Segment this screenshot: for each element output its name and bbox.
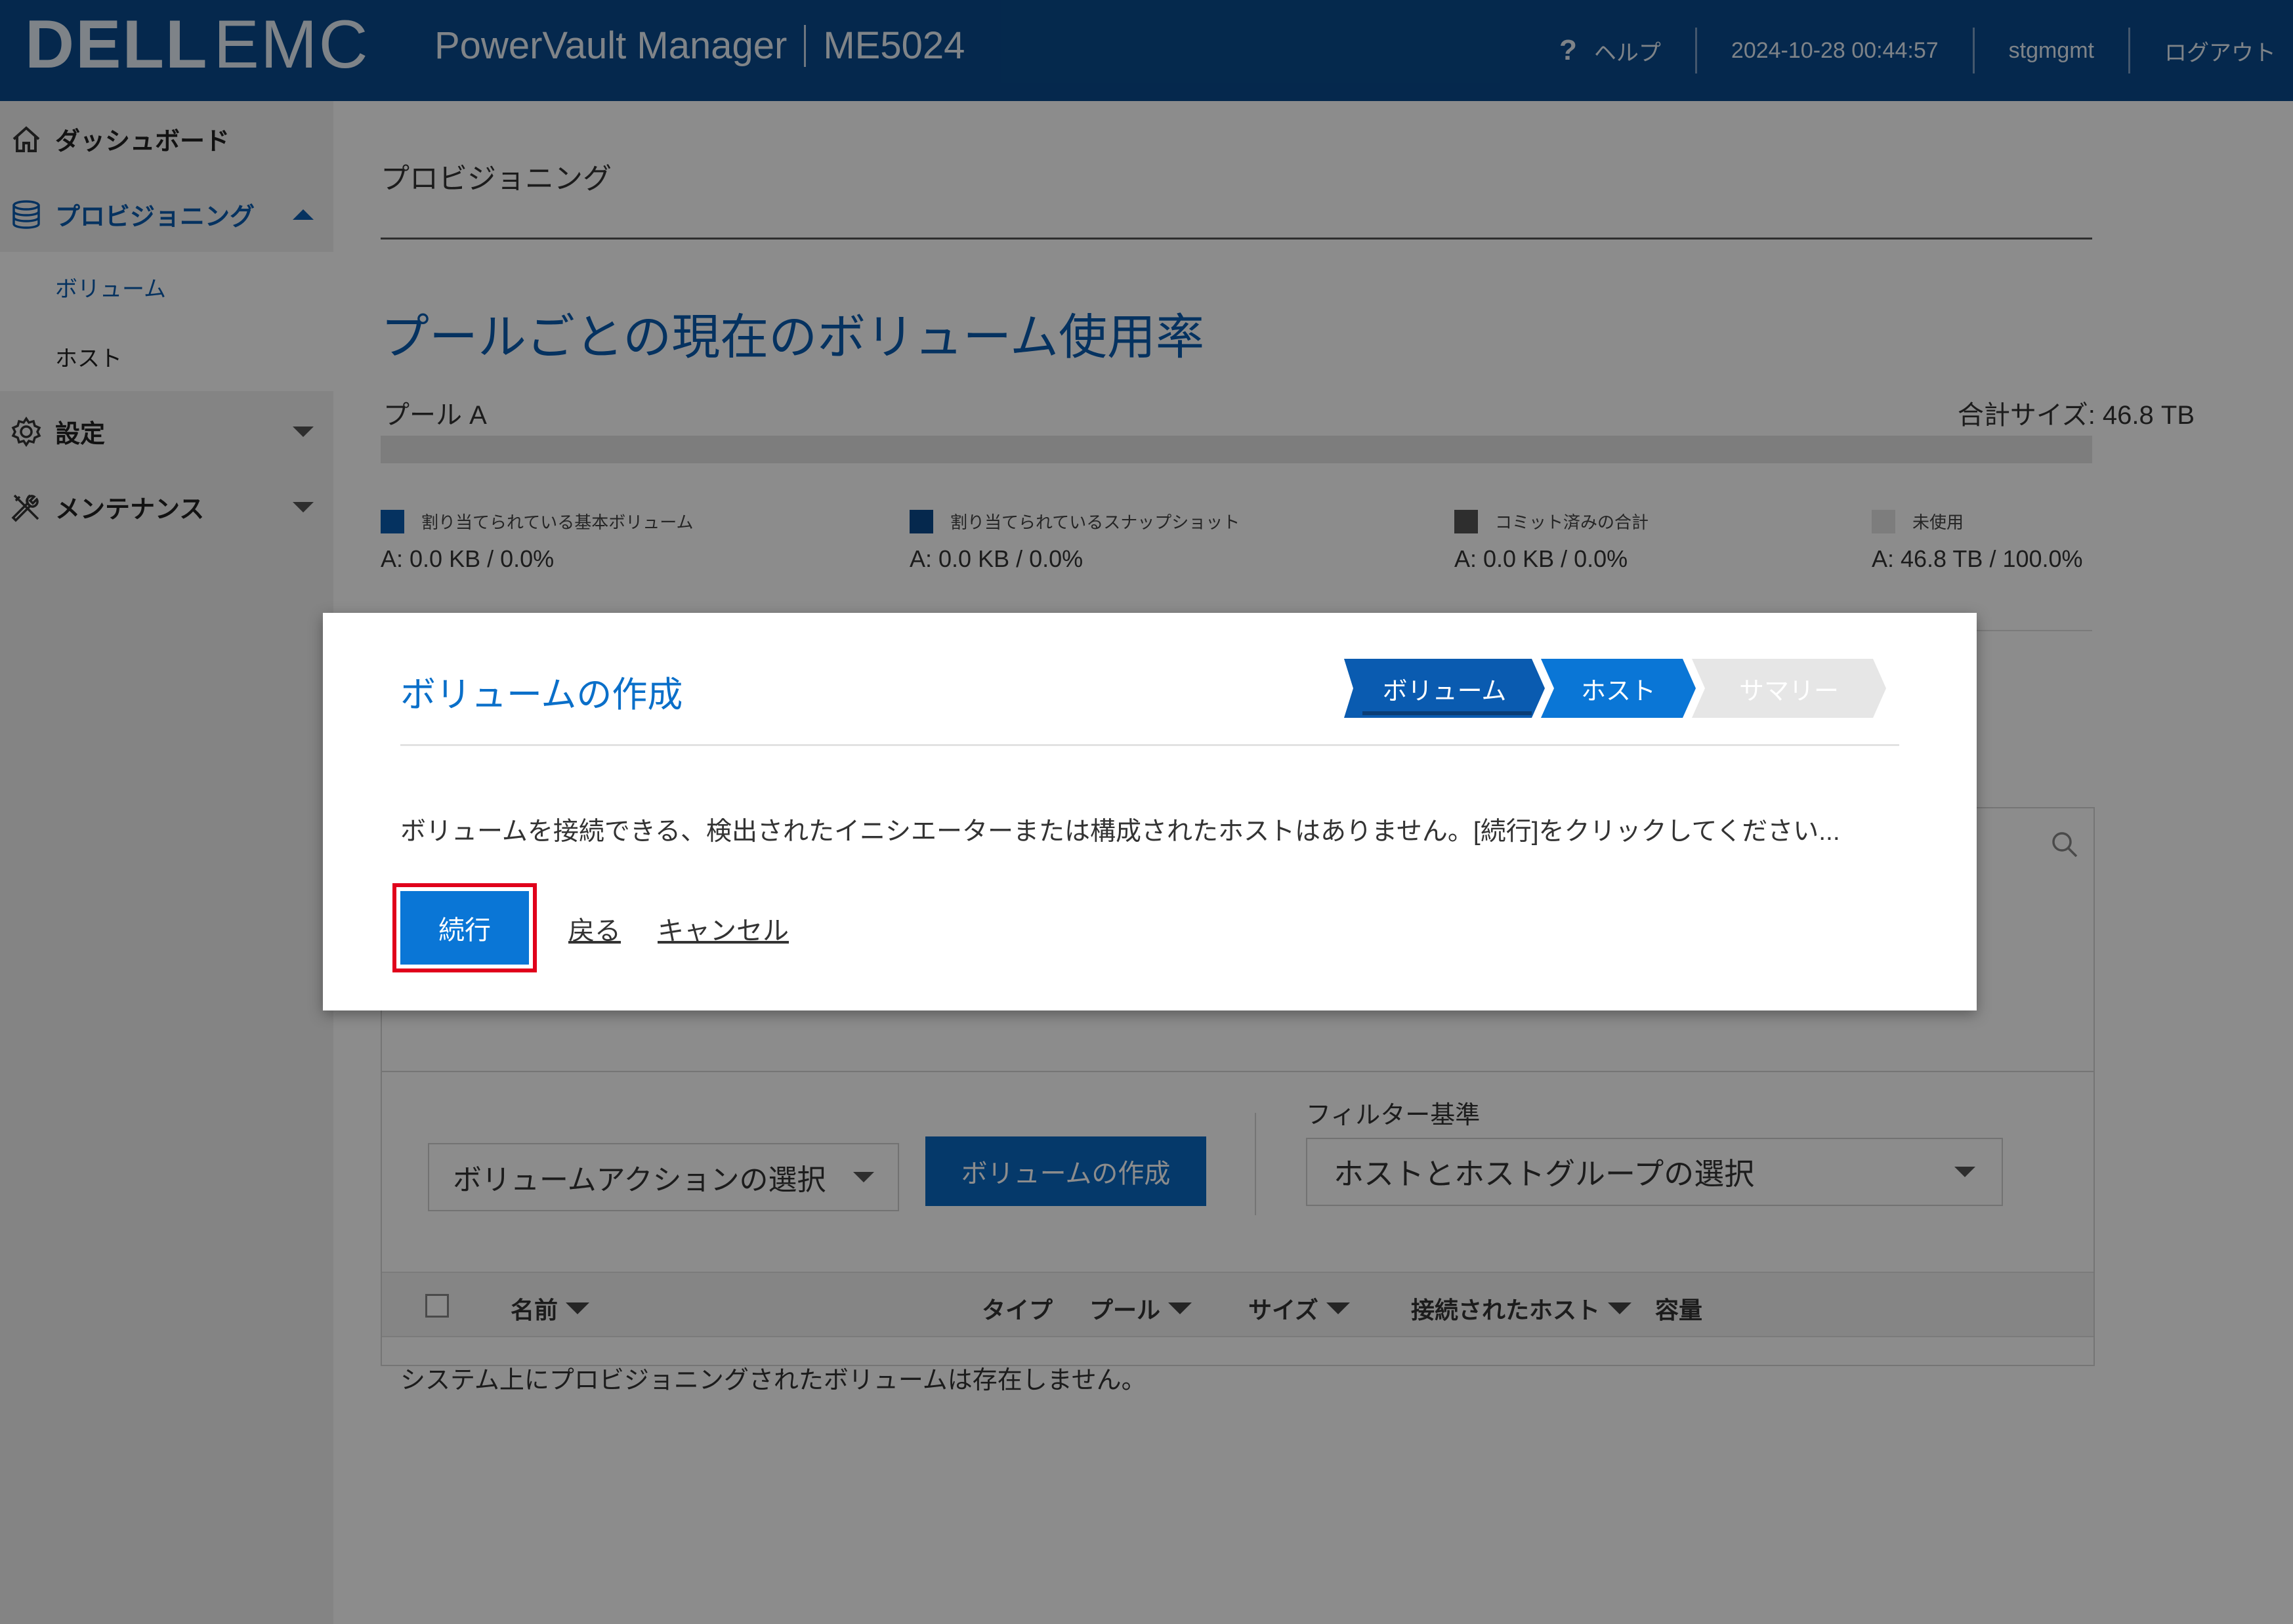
step-volume: ボリューム (1344, 659, 1545, 718)
step-label: ホスト (1580, 677, 1656, 705)
continue-button[interactable]: 続行 (392, 883, 537, 972)
step-label: サマリー (1738, 677, 1839, 705)
back-link[interactable]: 戻る (568, 909, 621, 947)
dialog-divider (400, 744, 1899, 746)
step-summary: サマリー (1692, 659, 1886, 718)
step-label: ボリューム (1382, 677, 1507, 705)
step-host: ホスト (1541, 659, 1696, 718)
dialog-message: ボリュームを接続できる、検出されたイニシエーターまたは構成されたホストはありませ… (400, 818, 1840, 846)
dialog-title: ボリュームの作成 (400, 675, 683, 715)
create-volume-dialog: ボリュームの作成 ボリューム ホスト サマリー ボリュームを接続できる、検出され… (323, 613, 1977, 1010)
cancel-link[interactable]: キャンセル (658, 909, 789, 947)
wizard-steps: ボリューム ホスト サマリー (1344, 659, 1886, 718)
